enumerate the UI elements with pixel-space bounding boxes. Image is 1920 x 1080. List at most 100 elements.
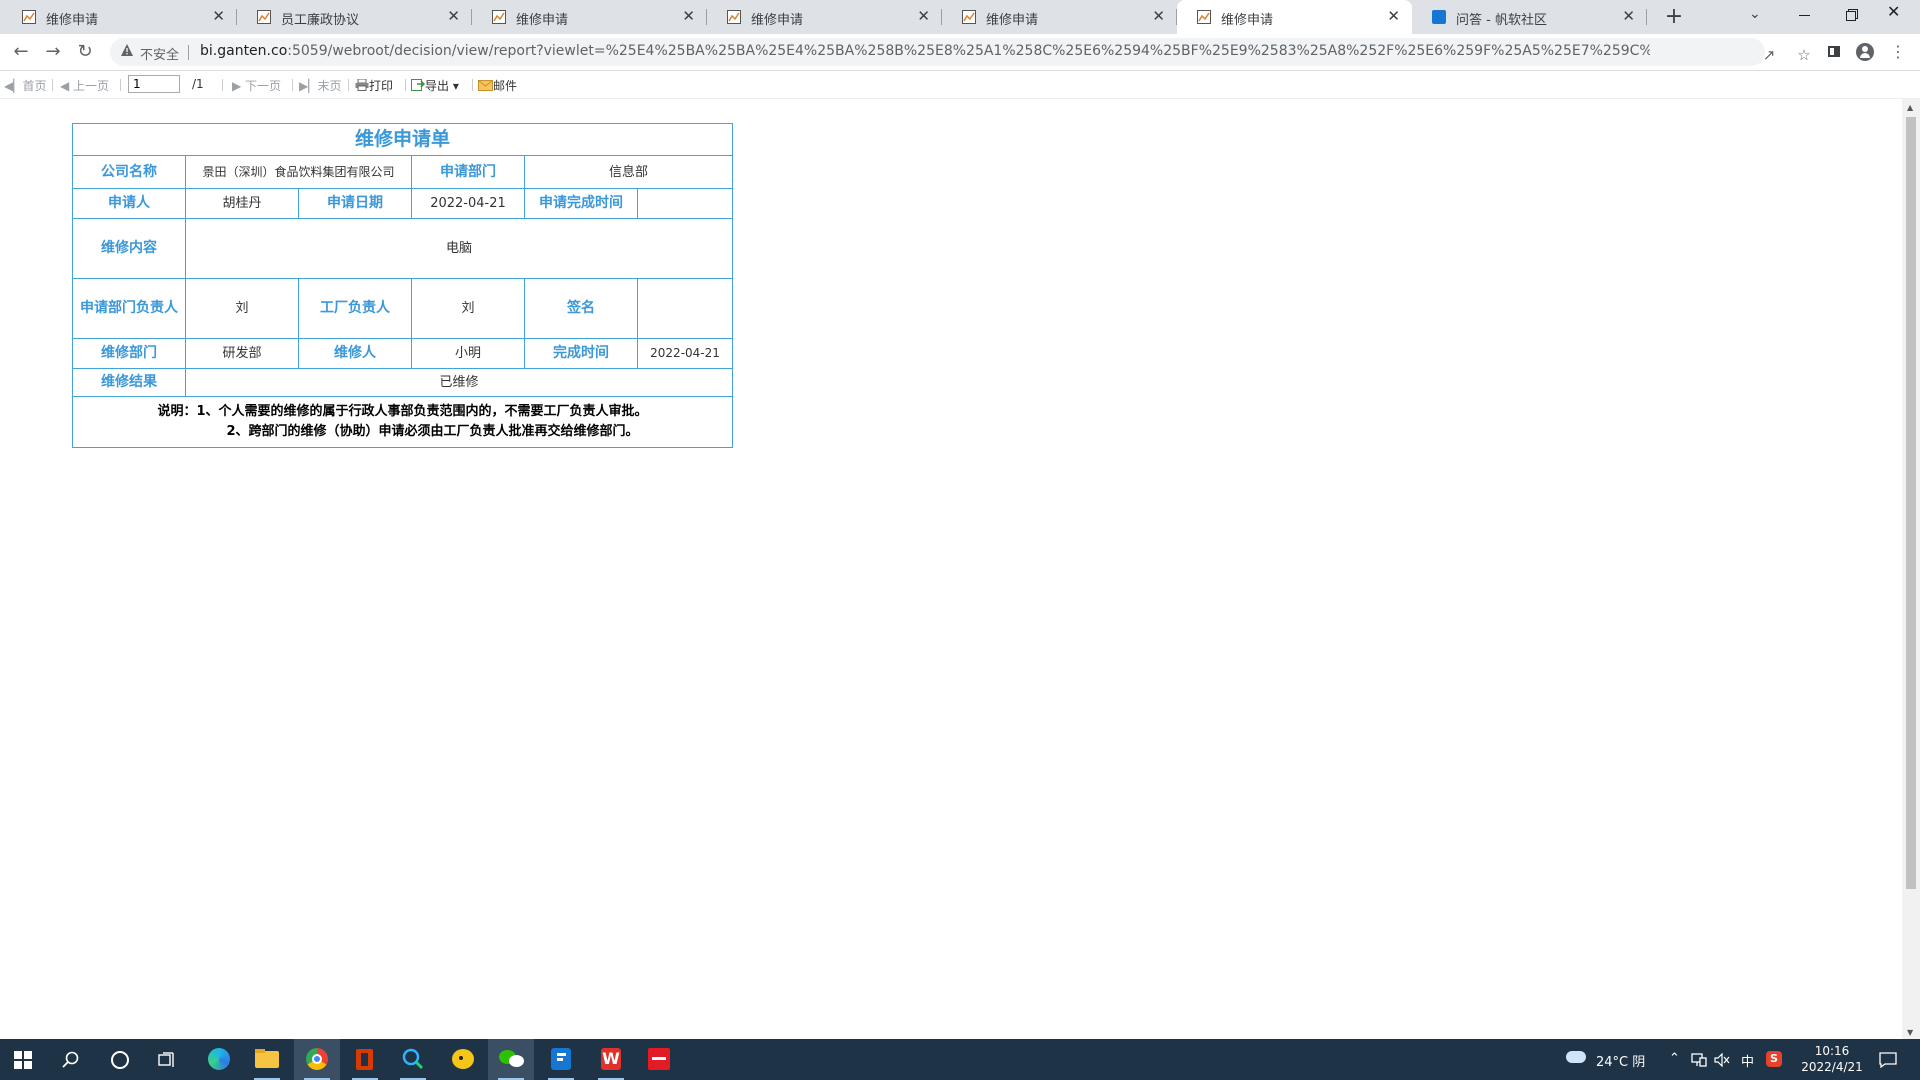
tab-close-icon[interactable]: ✕ — [1387, 7, 1400, 25]
close-window-button[interactable]: ✕ — [1887, 2, 1900, 21]
completion-time-value: 2022-04-21 — [636, 338, 734, 369]
next-page-button[interactable]: ▶ 下一页 — [232, 77, 281, 94]
tab-close-icon[interactable]: ✕ — [917, 7, 930, 25]
last-page-button[interactable]: ▶▏末页 — [299, 77, 341, 94]
profile-avatar-icon[interactable] — [1853, 40, 1877, 64]
new-tab-button[interactable]: + — [1660, 4, 1688, 32]
mail-button[interactable]: 邮件 — [478, 77, 517, 94]
back-button[interactable]: ← — [9, 40, 33, 64]
requested-finish-value — [636, 188, 734, 219]
url-host: bi.ganten.co — [200, 43, 288, 59]
tab-strip: 维修申请 ✕ 员工廉政协议 ✕ 维修申请 ✕ 维修申请 ✕ 维修申请 ✕ 维修申请 ✕ 问答 - 帆软社… — [0, 0, 1920, 34]
notification-center-icon[interactable] — [1879, 1052, 1897, 1068]
weather-text[interactable]: 24°C 阴 — [1596, 1051, 1645, 1070]
security-label[interactable]: 不安全 — [140, 44, 179, 63]
tab-close-icon[interactable]: ✕ — [447, 7, 460, 25]
prev-page-button[interactable]: ◀ 上一页 — [60, 77, 109, 94]
reload-button[interactable]: ↻ — [73, 40, 97, 64]
form-title: 维修申请单 — [71, 123, 734, 156]
weather-icon[interactable] — [1566, 1051, 1586, 1063]
browser-tab[interactable]: 维修申请 ✕ — [472, 0, 707, 34]
tab-close-icon[interactable]: ✕ — [212, 7, 225, 25]
completion-time-label: 完成时间 — [524, 338, 638, 369]
repairer-value: 小明 — [411, 338, 525, 369]
browser-menu-icon[interactable]: ⋮ — [1886, 40, 1910, 64]
edge-taskbar-item[interactable] — [196, 1039, 242, 1080]
scrollbar-thumb[interactable] — [1906, 117, 1916, 889]
report-favicon-icon — [727, 10, 741, 24]
bookmark-star-icon[interactable]: ☆ — [1792, 43, 1816, 67]
sogou-ime-icon[interactable]: S — [1766, 1051, 1782, 1067]
show-hidden-icons-button[interactable]: ⌃ — [1669, 1051, 1680, 1066]
restore-button[interactable] — [1840, 2, 1864, 26]
toolbar-divider — [52, 79, 53, 91]
side-panel-icon[interactable] — [1822, 40, 1846, 64]
toolbar-divider — [348, 79, 349, 91]
vertical-scrollbar[interactable]: ▲ ▼ — [1902, 99, 1920, 1039]
search-icon — [62, 1051, 79, 1068]
print-button[interactable]: 打印 — [355, 77, 393, 94]
browser-tab[interactable]: 维修申请 ✕ — [707, 0, 942, 34]
chick-app-taskbar-item[interactable] — [440, 1039, 486, 1080]
company-value: 景田（深圳）食品饮料集团有限公司 — [185, 155, 412, 189]
fanruan-taskbar-item[interactable] — [538, 1039, 584, 1080]
wps-taskbar-item[interactable]: W — [588, 1039, 634, 1080]
browser-tab[interactable]: 维修申请 ✕ — [1177, 0, 1412, 34]
tab-close-icon[interactable]: ✕ — [1622, 7, 1635, 25]
wechat-taskbar-item[interactable] — [488, 1039, 534, 1080]
fanruan-favicon-icon — [1432, 10, 1446, 24]
dept-label: 申请部门 — [411, 155, 525, 189]
volume-muted-icon[interactable] — [1714, 1053, 1730, 1067]
print-label: 打印 — [369, 79, 394, 93]
office-taskbar-item[interactable] — [342, 1039, 388, 1080]
url-omnibox[interactable]: 不安全 bi.ganten.co:5059/webroot/decision/v… — [110, 38, 1811, 66]
page-total: /1 — [192, 77, 204, 91]
export-label: 导出 — [425, 79, 450, 93]
task-view-button[interactable] — [144, 1039, 190, 1080]
toolbar-divider — [292, 79, 293, 91]
next-page-label: 下一页 — [245, 79, 282, 93]
export-button[interactable]: 导出 ▾ — [411, 77, 459, 94]
chrome-taskbar-item[interactable] — [294, 1039, 340, 1080]
page-number-input[interactable] — [128, 75, 180, 93]
file-explorer-taskbar-item[interactable] — [244, 1039, 290, 1080]
minimize-button[interactable] — [1795, 2, 1815, 26]
url-text[interactable]: bi.ganten.co:5059/webroot/decision/view/… — [200, 43, 1650, 59]
repairer-label: 维修人 — [298, 338, 412, 369]
ime-indicator[interactable]: 中 — [1741, 1051, 1754, 1070]
browser-tab[interactable]: 员工廉政协议 ✕ — [237, 0, 472, 34]
tab-search-icon[interactable]: ⌄ — [1749, 6, 1761, 22]
browser-tab[interactable]: 维修申请 ✕ — [2, 0, 237, 34]
note-line-2: 2、跨部门的维修（协助）申请必须由工厂负责人批准再交给维修部门。 — [226, 424, 639, 439]
start-button[interactable] — [0, 1039, 46, 1080]
dept-head-value: 刘 — [185, 278, 299, 339]
browser-tab[interactable]: 问答 - 帆软社区 ✕ — [1412, 0, 1647, 34]
scroll-up-arrow-icon[interactable]: ▲ — [1907, 103, 1913, 112]
browser-tab[interactable]: 维修申请 ✕ — [942, 0, 1177, 34]
clock[interactable]: 10:16 2022/4/21 — [1793, 1043, 1871, 1075]
network-icon[interactable] — [1691, 1053, 1707, 1067]
search-app-taskbar-item[interactable] — [390, 1039, 436, 1080]
share-icon[interactable]: ↗ — [1757, 43, 1781, 67]
omnibox-divider — [188, 45, 189, 60]
youdao-taskbar-item[interactable] — [636, 1039, 682, 1080]
scroll-down-arrow-icon[interactable]: ▼ — [1907, 1028, 1913, 1037]
search-button[interactable] — [48, 1039, 94, 1080]
forward-button[interactable]: → — [41, 40, 65, 64]
company-label: 公司名称 — [72, 155, 186, 189]
first-page-button[interactable]: ◀▏首页 — [4, 77, 46, 94]
toolbar-divider — [472, 79, 473, 91]
repair-form-table: 维修申请单 公司名称 景田（深圳）食品饮料集团有限公司 申请部门 信息部 申请人… — [71, 123, 734, 448]
tab-close-icon[interactable]: ✕ — [1152, 7, 1165, 25]
signature-label: 签名 — [524, 278, 638, 339]
report-favicon-icon — [22, 10, 36, 24]
magnifier-app-icon — [402, 1048, 424, 1070]
warning-icon[interactable] — [120, 43, 134, 61]
tab-close-icon[interactable]: ✕ — [682, 7, 695, 25]
edge-icon — [208, 1048, 230, 1070]
applicant-value: 胡桂丹 — [185, 188, 299, 219]
cortana-button[interactable] — [96, 1039, 142, 1080]
factory-head-label: 工厂负责人 — [298, 278, 412, 339]
report-favicon-icon — [257, 10, 271, 24]
form-note: 说明：1、个人需要的维修的属于行政人事部负责范围内的，不需要工厂负责人审批。 2… — [71, 396, 734, 448]
